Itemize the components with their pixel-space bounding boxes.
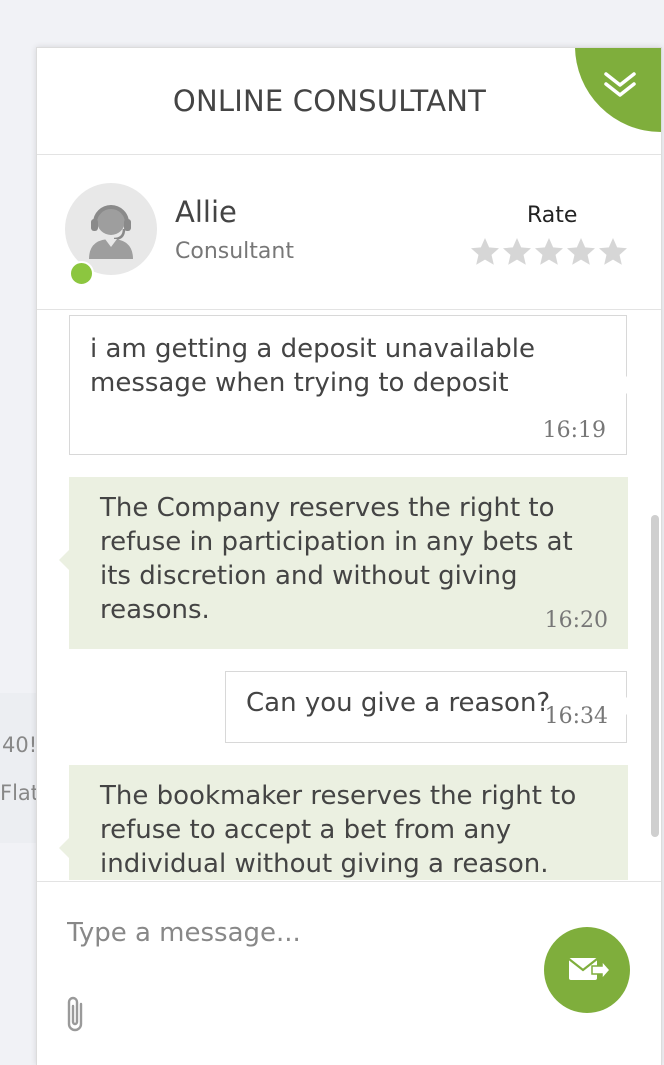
rating-stars — [469, 235, 629, 269]
agent-name: Allie — [175, 195, 237, 229]
message-time: 16:19 — [542, 418, 606, 443]
bubble-tail — [59, 838, 69, 858]
message-text: Can you give a reason? — [246, 688, 551, 718]
paperclip-icon[interactable] — [65, 994, 87, 1038]
bubble-tail — [59, 550, 69, 570]
agent-role: Consultant — [175, 239, 294, 264]
send-button[interactable] — [544, 927, 630, 1013]
message-time: 16:20 — [544, 608, 608, 633]
star-icon[interactable] — [565, 235, 597, 269]
message-user: Can you give a reason? 16:34 — [225, 671, 627, 743]
star-icon[interactable] — [533, 235, 565, 269]
message-time: 16:34 — [544, 704, 608, 729]
message-scrollbar[interactable] — [651, 515, 659, 837]
rate-label: Rate — [527, 203, 578, 228]
star-icon[interactable] — [597, 235, 629, 269]
bubble-tail — [626, 376, 635, 394]
message-text: The Company reserves the right to refuse… — [100, 493, 573, 625]
message-text: i am getting a deposit unavailable messa… — [90, 334, 536, 398]
star-icon[interactable] — [501, 235, 533, 269]
background-text: 40! — [2, 733, 38, 757]
message-agent: The Company reserves the right to refuse… — [69, 477, 628, 649]
chat-widget: ONLINE CONSULTANT Allie Consultant Rate — [36, 47, 662, 1065]
composer — [37, 881, 661, 1065]
send-mail-icon — [568, 958, 610, 981]
headset-user-icon — [89, 205, 133, 259]
double-chevron-down-icon — [604, 72, 636, 97]
collapse-button[interactable] — [575, 48, 661, 132]
message-user: i am getting a deposit unavailable messa… — [69, 315, 627, 455]
message-agent: The bookmaker reserves the right to refu… — [69, 765, 628, 880]
background-text: Flat — [0, 781, 40, 805]
star-icon[interactable] — [469, 235, 501, 269]
bubble-tail — [626, 697, 635, 715]
message-text: The bookmaker reserves the right to refu… — [100, 781, 577, 879]
chat-header: ONLINE CONSULTANT — [37, 48, 661, 155]
agent-card: Allie Consultant Rate — [37, 155, 661, 310]
message-list[interactable]: i am getting a deposit unavailable messa… — [37, 310, 661, 880]
chat-title: ONLINE CONSULTANT — [172, 84, 487, 118]
online-status-dot — [69, 261, 94, 286]
message-input[interactable] — [65, 910, 549, 956]
